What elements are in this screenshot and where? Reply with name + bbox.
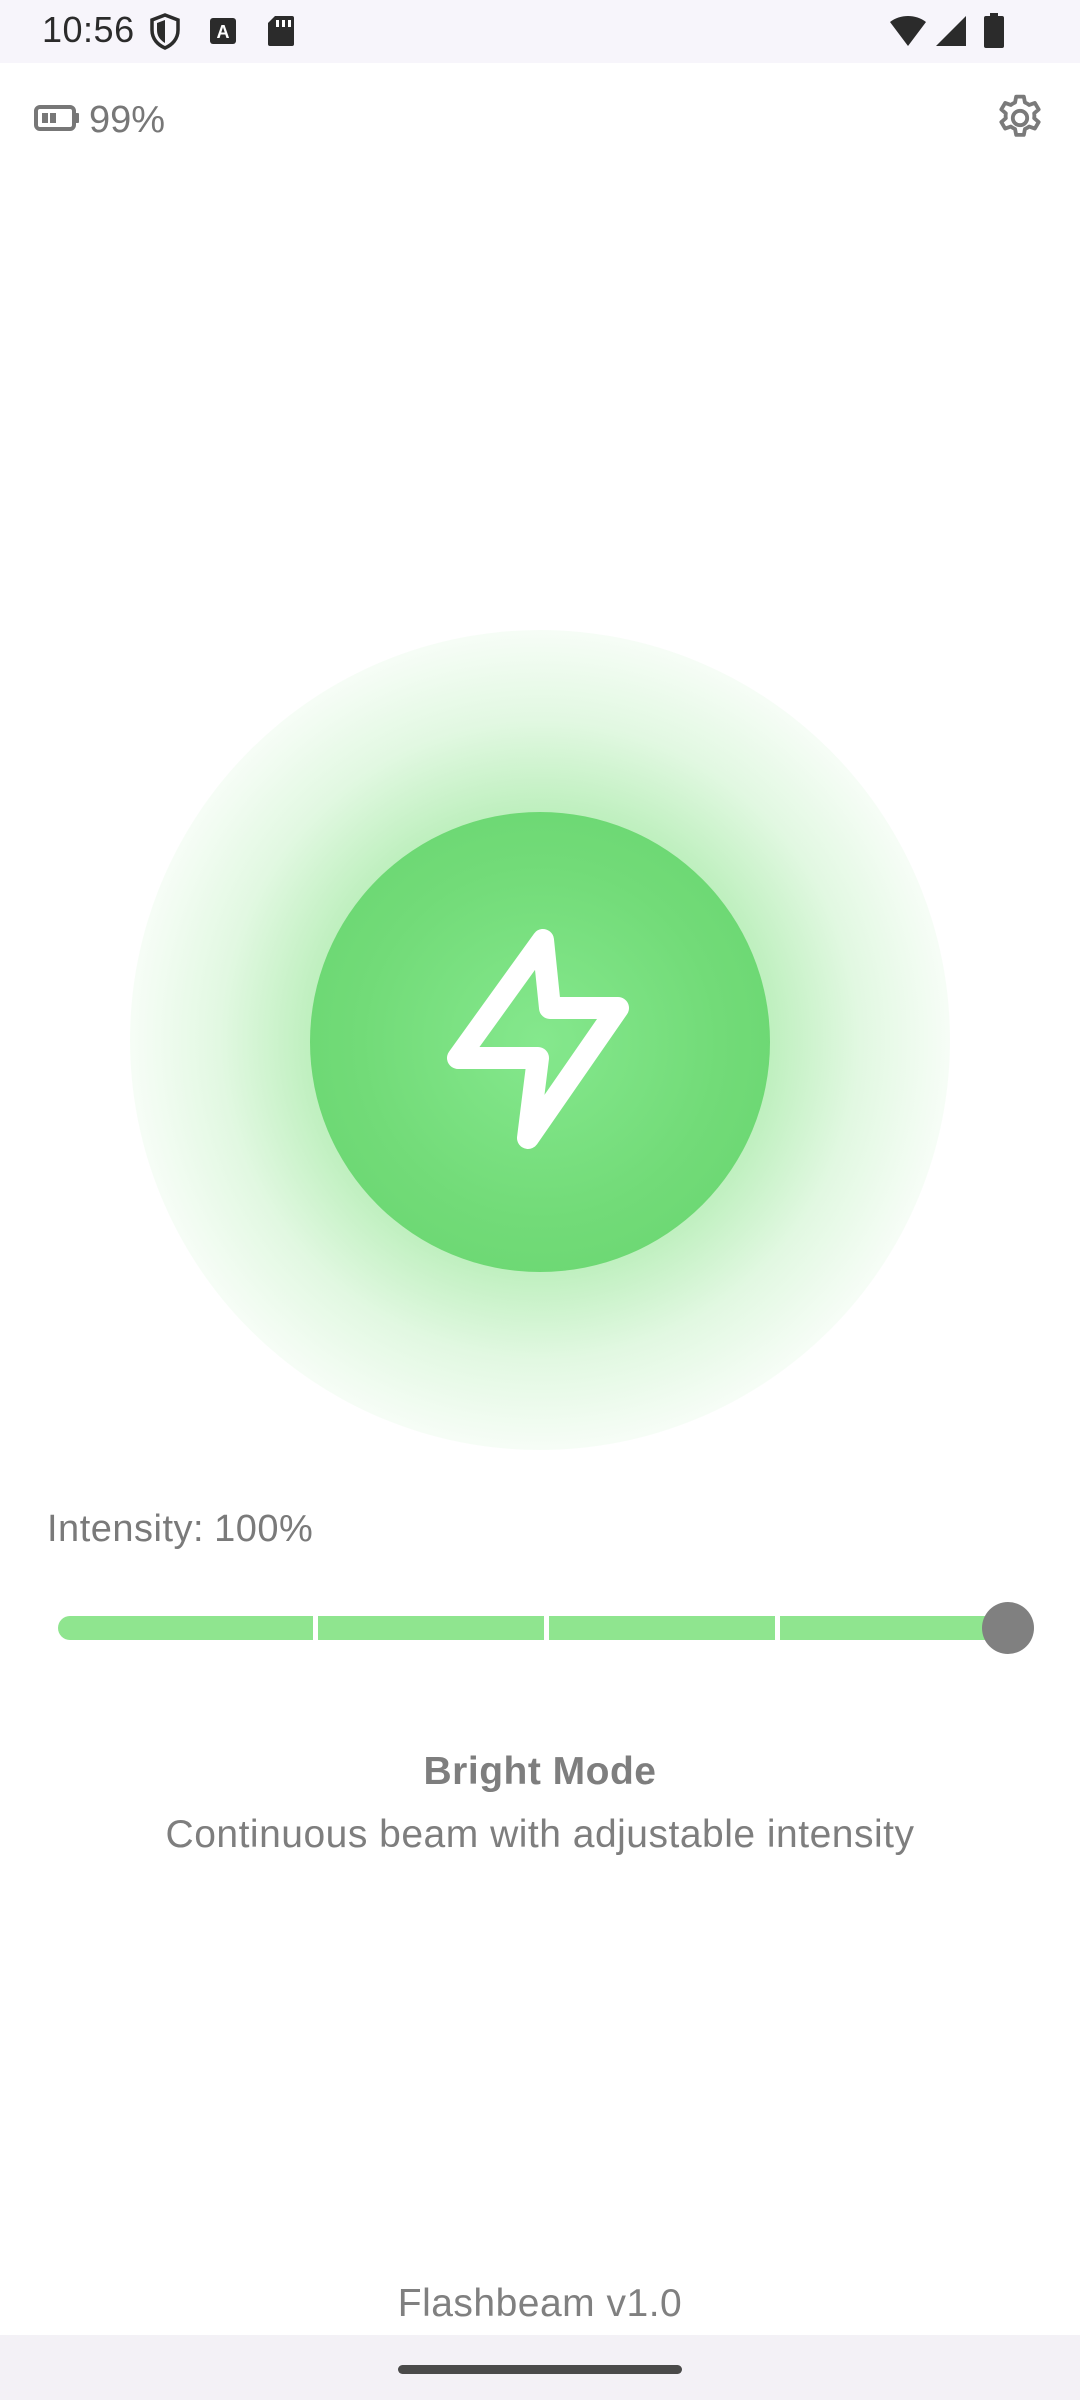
status-bar: 10:56 A [0, 0, 1080, 63]
intensity-value: 100% [214, 1508, 314, 1550]
font-a-icon: A [208, 12, 238, 55]
battery-low-icon [33, 102, 81, 139]
battery-full-icon [982, 12, 1006, 55]
mode-description: Continuous beam with adjustable intensit… [165, 1813, 915, 1856]
gear-icon [993, 91, 1047, 150]
shield-icon [148, 12, 182, 55]
slider-track[interactable] [58, 1616, 1008, 1640]
slider-step-tick [312, 1614, 318, 1642]
intensity-slider[interactable] [58, 1600, 1034, 1656]
slider-thumb[interactable] [982, 1602, 1034, 1654]
flashlight-toggle-button[interactable] [310, 812, 770, 1272]
mode-title: Bright Mode [423, 1750, 657, 1793]
battery-indicator: 99% [33, 96, 165, 144]
slider-step-tick [543, 1614, 549, 1642]
settings-button[interactable] [990, 90, 1050, 150]
intensity-label-text: Intensity: [47, 1508, 205, 1550]
app-version: Flashbeam v1.0 [397, 2282, 683, 2325]
intensity-label: Intensity: 100% [47, 1508, 313, 1551]
lightning-bolt-icon [440, 920, 640, 1165]
cell-signal-icon [934, 12, 968, 55]
slider-step-tick [774, 1614, 780, 1642]
app-screen: 10:56 A 99% Intensity: 100% Bright Mode … [0, 0, 1080, 2400]
battery-percent: 99% [89, 98, 166, 141]
sd-card-icon [266, 12, 296, 55]
wifi-icon [888, 12, 928, 55]
home-indicator[interactable] [398, 2365, 682, 2374]
status-time: 10:56 [42, 9, 135, 50]
svg-text:A: A [217, 22, 230, 42]
navigation-bar [0, 2335, 1080, 2400]
